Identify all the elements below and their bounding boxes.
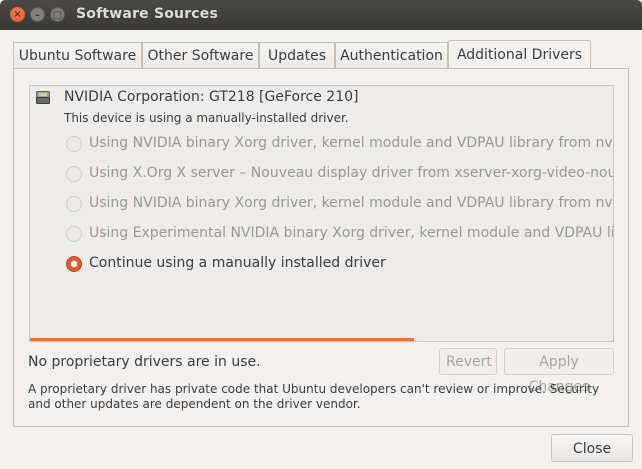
tab-authentication[interactable]: Authentication bbox=[335, 42, 448, 69]
driver-option-nouveau[interactable]: Using X.Org X server – Nouveau display d… bbox=[66, 165, 614, 185]
driver-option-nvidia-binary-1[interactable]: Using NVIDIA binary Xorg driver, kernel … bbox=[66, 135, 614, 155]
radio-button[interactable] bbox=[66, 166, 82, 182]
driver-option-nvidia-experimental[interactable]: Using Experimental NVIDIA binary Xorg dr… bbox=[66, 225, 614, 245]
driver-list: NVIDIA Corporation: GT218 [GeForce 210] … bbox=[29, 85, 614, 342]
radio-button[interactable] bbox=[66, 226, 82, 242]
radio-button[interactable] bbox=[66, 196, 82, 212]
revert-button[interactable]: Revert bbox=[439, 348, 497, 375]
driver-option-label: Using Experimental NVIDIA binary Xorg dr… bbox=[89, 225, 614, 241]
maximize-window-icon[interactable]: □ bbox=[50, 7, 65, 22]
minimize-window-icon[interactable]: – bbox=[30, 7, 45, 22]
device-status: This device is using a manually-installe… bbox=[64, 111, 349, 125]
driver-option-nvidia-binary-2[interactable]: Using NVIDIA binary Xorg driver, kernel … bbox=[66, 195, 614, 215]
driver-option-label: Using X.Org X server – Nouveau display d… bbox=[89, 165, 614, 181]
graphics-card-icon bbox=[36, 91, 50, 104]
device-name: NVIDIA Corporation: GT218 [GeForce 210] bbox=[64, 89, 359, 105]
tab-other-software[interactable]: Other Software bbox=[142, 42, 259, 69]
close-button[interactable]: Close bbox=[551, 434, 633, 462]
apply-changes-button[interactable]: Apply Changes bbox=[504, 348, 614, 395]
radio-button[interactable] bbox=[66, 136, 82, 152]
tab-updates[interactable]: Updates bbox=[259, 42, 335, 69]
drivers-status-text: No proprietary drivers are in use. bbox=[28, 354, 261, 370]
tab-ubuntu-software[interactable]: Ubuntu Software bbox=[13, 42, 142, 69]
driver-option-label: Using NVIDIA binary Xorg driver, kernel … bbox=[89, 195, 614, 211]
driver-option-label: Continue using a manually installed driv… bbox=[89, 255, 386, 271]
close-window-icon[interactable]: × bbox=[10, 7, 25, 22]
radio-button-selected[interactable] bbox=[66, 256, 82, 272]
driver-option-label: Using NVIDIA binary Xorg driver, kernel … bbox=[89, 135, 614, 151]
tab-additional-drivers[interactable]: Additional Drivers bbox=[448, 40, 591, 70]
driver-option-manual[interactable]: Continue using a manually installed driv… bbox=[66, 255, 613, 275]
title-bar[interactable]: × – □ Software Sources bbox=[0, 0, 642, 30]
progress-bar bbox=[30, 338, 414, 341]
additional-drivers-panel: NVIDIA Corporation: GT218 [GeForce 210] … bbox=[13, 68, 629, 427]
proprietary-driver-note: A proprietary driver has private code th… bbox=[28, 382, 600, 411]
window-title: Software Sources bbox=[76, 6, 219, 22]
